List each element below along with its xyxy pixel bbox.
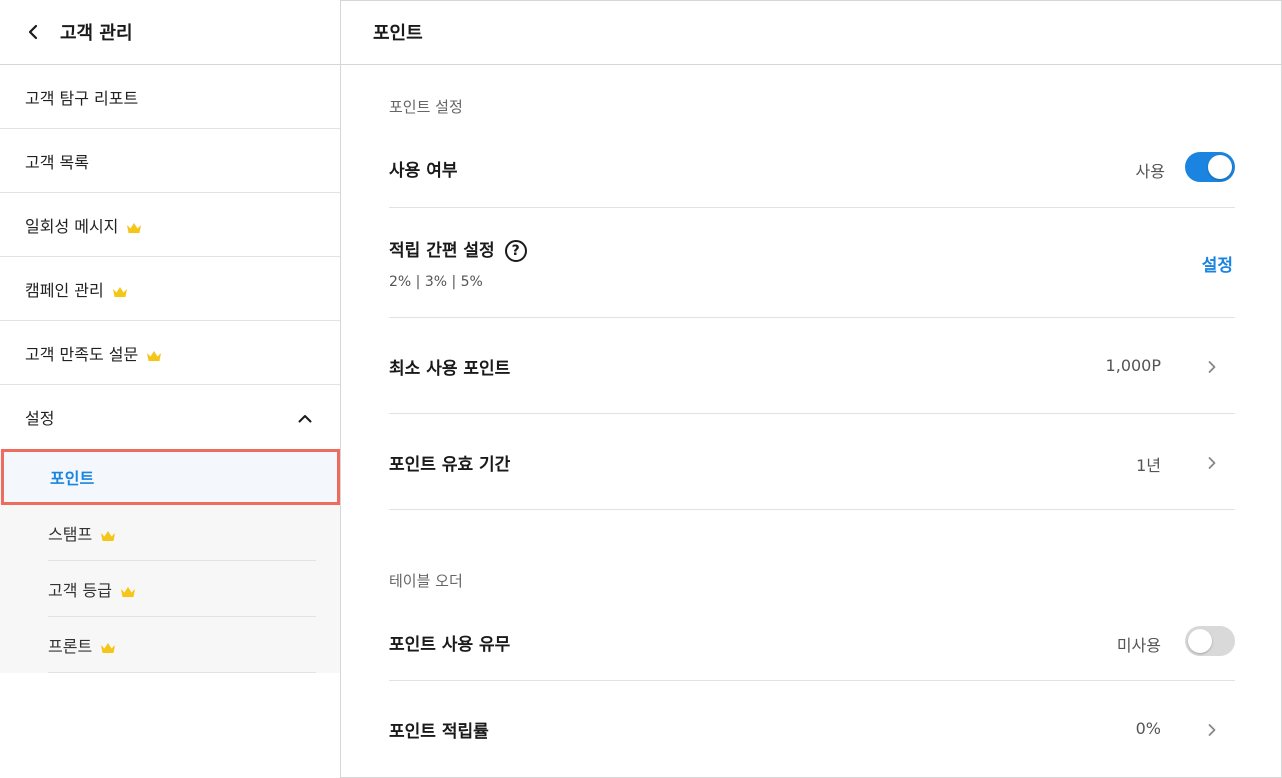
crown-icon [126, 219, 142, 233]
setting-label: 최소 사용 포인트 [389, 359, 511, 379]
setting-label: 포인트 사용 유무 [389, 635, 511, 655]
sidebar-item-satisfaction-survey[interactable]: 고객 만족도 설문 [0, 321, 340, 385]
sidebar-subitem-stamp[interactable]: 스탬프 [48, 505, 316, 561]
setting-label-text: 적립 간편 설정 [389, 241, 495, 261]
settings-submenu: 포인트 스탬프 고객 등급 프론트 [0, 449, 340, 673]
sidebar-item-label: 고객 목록 [25, 152, 89, 172]
sidebar-item-label: 고객 탐구 리포트 [25, 88, 139, 108]
setting-row-min-points[interactable]: 최소 사용 포인트 1,000P [389, 318, 1235, 414]
chevron-up-icon[interactable] [298, 408, 312, 427]
sidebar-item-label: 캠페인 관리 [25, 280, 104, 300]
crown-icon [112, 283, 128, 297]
sidebar-item-campaign[interactable]: 캠페인 관리 [0, 257, 340, 321]
sidebar-title: 고객 관리 [60, 23, 133, 44]
sidebar-subitem-label: 프론트 [48, 636, 93, 656]
setting-value: 0% [1135, 719, 1161, 738]
setting-label: 적립 간편 설정? [389, 236, 527, 262]
sidebar-subitem-label: 고객 등급 [48, 580, 112, 600]
sidebar-subitem-label: 포인트 [50, 469, 95, 488]
toggle-state-label: 사용 [1135, 162, 1165, 181]
section-title-point-settings: 포인트 설정 [389, 98, 463, 116]
table-order-usage-toggle[interactable] [1185, 626, 1235, 656]
main-panel: 포인트 포인트 설정 사용 여부 사용 적립 간편 설정? 2% | 3% | … [341, 0, 1282, 778]
setting-row-usage: 사용 여부 사용 [389, 126, 1235, 208]
back-arrow-icon[interactable] [24, 23, 42, 41]
setting-row-quick-setup: 적립 간편 설정? 2% | 3% | 5% 설정 [389, 208, 1235, 318]
crown-icon [120, 583, 136, 597]
setting-row-validity[interactable]: 포인트 유효 기간 1년 [389, 414, 1235, 510]
sidebar-item-customer-list[interactable]: 고객 목록 [0, 129, 340, 193]
setting-label: 포인트 적립률 [389, 722, 489, 742]
sidebar-item-customer-report[interactable]: 고객 탐구 리포트 [0, 65, 340, 129]
setting-value: 1,000P [1105, 356, 1161, 375]
sidebar-item-settings[interactable]: 설정 [0, 385, 340, 449]
crown-icon [100, 639, 116, 653]
sidebar-item-label: 고객 만족도 설문 [25, 344, 139, 364]
toggle-state-label: 미사용 [1116, 636, 1161, 655]
setting-label: 포인트 유효 기간 [389, 455, 511, 475]
toggle-knob [1208, 155, 1232, 179]
setting-row-point-rate[interactable]: 포인트 적립률 0% [389, 681, 1235, 778]
sidebar-header: 고객 관리 [0, 0, 340, 65]
crown-icon [146, 347, 162, 361]
sidebar: 고객 관리 고객 탐구 리포트 고객 목록 일회성 메시지 캠페인 관리 고객 … [0, 0, 341, 778]
quick-setup-button[interactable]: 설정 [1202, 251, 1233, 276]
chevron-right-icon [1207, 722, 1217, 736]
sidebar-subitem-label: 스탬프 [48, 524, 93, 544]
toggle-knob [1188, 629, 1212, 653]
section-title-table-order: 테이블 오더 [389, 572, 463, 590]
sidebar-subitem-front[interactable]: 프론트 [48, 617, 316, 673]
sidebar-item-label: 일회성 메시지 [25, 216, 119, 236]
setting-row-table-order-usage: 포인트 사용 유무 미사용 [389, 600, 1235, 681]
chevron-right-icon [1207, 455, 1217, 469]
sidebar-subitem-customer-grade[interactable]: 고객 등급 [48, 561, 316, 617]
sidebar-item-label: 설정 [25, 409, 55, 428]
setting-value: 1년 [1136, 456, 1161, 475]
sidebar-subitem-points[interactable]: 포인트 [1, 449, 340, 505]
rate-options: 2% | 3% | 5% [389, 274, 483, 290]
setting-label: 사용 여부 [389, 161, 458, 181]
page-title: 포인트 [341, 0, 1282, 65]
crown-icon [100, 527, 116, 541]
question-circle-icon[interactable]: ? [504, 240, 527, 262]
sidebar-item-one-time-message[interactable]: 일회성 메시지 [0, 193, 340, 257]
chevron-right-icon [1207, 359, 1217, 373]
usage-toggle[interactable] [1185, 152, 1235, 182]
